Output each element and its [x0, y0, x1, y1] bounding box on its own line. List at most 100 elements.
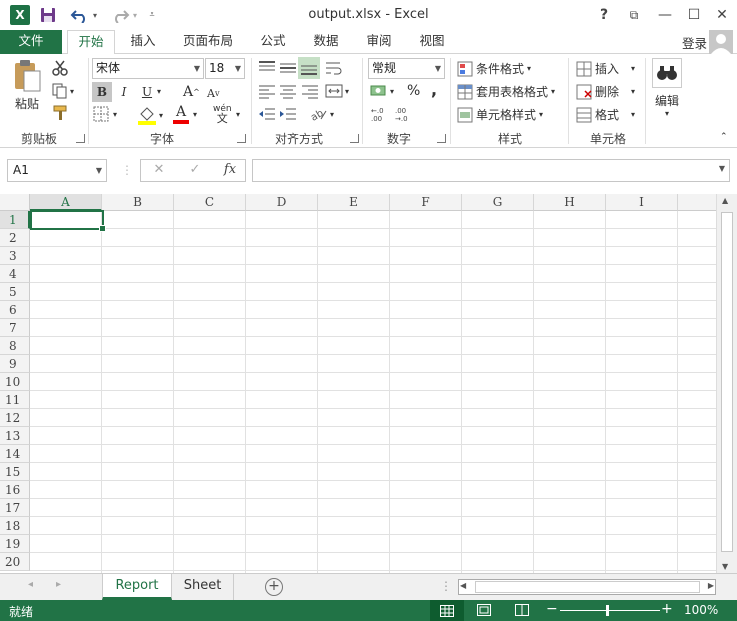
- underline-dropdown-icon[interactable]: ▾: [157, 87, 161, 96]
- row-header-4[interactable]: 4: [0, 265, 30, 283]
- font-color-dropdown-icon[interactable]: ▾: [193, 110, 197, 119]
- italic-button[interactable]: I: [117, 82, 131, 102]
- row-header-14[interactable]: 14: [0, 445, 30, 463]
- merge-center-button[interactable]: ▾: [325, 83, 349, 99]
- underline-button[interactable]: U: [140, 82, 154, 102]
- format-painter-button[interactable]: [52, 105, 68, 121]
- maximize-button[interactable]: ☐: [683, 4, 705, 26]
- select-all-button[interactable]: [0, 194, 30, 211]
- insert-cells-button[interactable]: 插入 ▾: [576, 60, 635, 77]
- font-size-select[interactable]: 18 ▼: [205, 58, 245, 79]
- cancel-entry-button[interactable]: ✕: [147, 162, 171, 177]
- column-header-d[interactable]: D: [246, 194, 318, 211]
- column-header-i[interactable]: I: [606, 194, 678, 211]
- row-header-1[interactable]: 1: [0, 211, 30, 229]
- page-break-view-button[interactable]: [515, 604, 529, 619]
- format-as-table-button[interactable]: 套用表格格式 ▾: [457, 83, 555, 100]
- row-header-5[interactable]: 5: [0, 283, 30, 301]
- row-header-17[interactable]: 17: [0, 499, 30, 517]
- align-right-button[interactable]: [301, 83, 319, 99]
- row-header-7[interactable]: 7: [0, 319, 30, 337]
- normal-view-button[interactable]: [430, 600, 464, 621]
- tab-view[interactable]: 视图: [409, 30, 455, 54]
- next-sheet-icon[interactable]: ▸: [56, 579, 61, 590]
- zoom-in-button[interactable]: +: [661, 601, 673, 617]
- avatar[interactable]: [709, 30, 733, 54]
- row-header-16[interactable]: 16: [0, 481, 30, 499]
- delete-cells-button[interactable]: 删除 ▾: [576, 83, 635, 100]
- horizontal-scrollbar[interactable]: ◀ ▶: [458, 579, 716, 595]
- tab-page-layout[interactable]: 页面布局: [175, 30, 241, 54]
- tab-review[interactable]: 审阅: [356, 30, 402, 54]
- accounting-format-button[interactable]: ▾: [370, 83, 394, 99]
- align-left-button[interactable]: [258, 83, 276, 99]
- zoom-slider-thumb[interactable]: [606, 605, 609, 616]
- row-header-2[interactable]: 2: [0, 229, 30, 247]
- align-center-button[interactable]: [279, 83, 297, 99]
- worksheet-grid[interactable]: ABCDEFGHI 1 2 3 4 5 6 7 8 9 10 11 12 13 14 15 16 17 18 19 2…: [0, 194, 716, 573]
- row-header-8[interactable]: 8: [0, 337, 30, 355]
- editing-button[interactable]: 编辑 ▾: [650, 58, 684, 124]
- sheet-tab-report[interactable]: Report: [102, 574, 172, 600]
- percent-button[interactable]: %: [407, 83, 420, 99]
- orientation-button[interactable]: [325, 60, 343, 76]
- row-header-15[interactable]: 15: [0, 463, 30, 481]
- comma-style-button[interactable]: ,: [431, 80, 437, 99]
- active-cell[interactable]: [30, 210, 106, 232]
- column-header-b[interactable]: B: [102, 194, 174, 211]
- confirm-entry-button[interactable]: ✓: [183, 162, 207, 177]
- collapse-ribbon-icon[interactable]: ⌃: [720, 132, 728, 142]
- row-header-9[interactable]: 9: [0, 355, 30, 373]
- column-header-a[interactable]: A: [30, 194, 102, 211]
- shrink-font-button[interactable]: Av: [207, 84, 219, 102]
- conditional-format-button[interactable]: 条件格式 ▾: [457, 60, 531, 77]
- font-launcher-icon[interactable]: [237, 134, 246, 143]
- vertical-scrollbar[interactable]: ▲ ▼: [716, 194, 737, 573]
- zoom-level[interactable]: 100%: [684, 603, 718, 617]
- align-top-button[interactable]: [258, 60, 276, 76]
- scroll-up-icon[interactable]: ▲: [722, 196, 728, 205]
- paste-button[interactable]: 粘贴: [10, 58, 44, 116]
- cell-area[interactable]: [30, 211, 716, 573]
- cut-button[interactable]: [52, 60, 68, 76]
- fill-color-button[interactable]: ▾: [137, 105, 163, 125]
- prev-sheet-icon[interactable]: ◂: [28, 579, 33, 590]
- scroll-right-icon[interactable]: ▶: [708, 581, 714, 590]
- row-header-10[interactable]: 10: [0, 373, 30, 391]
- row-header-11[interactable]: 11: [0, 391, 30, 409]
- clipboard-launcher-icon[interactable]: [76, 134, 85, 143]
- minimize-button[interactable]: —: [654, 4, 676, 26]
- row-header-18[interactable]: 18: [0, 517, 30, 535]
- decrease-indent-button[interactable]: [258, 106, 276, 122]
- login-link[interactable]: 登录: [682, 33, 707, 52]
- insert-function-button[interactable]: fx: [218, 162, 242, 177]
- add-sheet-icon[interactable]: +: [265, 578, 283, 596]
- borders-button[interactable]: ▾: [93, 106, 117, 122]
- column-header-h[interactable]: H: [534, 194, 606, 211]
- alignment-launcher-icon[interactable]: [350, 134, 359, 143]
- close-button[interactable]: ✕: [711, 4, 733, 26]
- copy-button[interactable]: ▾: [52, 83, 74, 99]
- align-bottom-button[interactable]: [298, 57, 320, 79]
- row-header-20[interactable]: 20: [0, 553, 30, 571]
- help-button[interactable]: ?: [593, 4, 615, 26]
- name-box[interactable]: A1 ▼: [7, 159, 107, 182]
- row-header-19[interactable]: 19: [0, 535, 30, 553]
- increase-indent-button[interactable]: [279, 106, 297, 122]
- decrease-decimal-button[interactable]: .00 →.0: [394, 106, 414, 122]
- align-middle-button[interactable]: [279, 60, 297, 76]
- column-header-c[interactable]: C: [174, 194, 246, 211]
- number-launcher-icon[interactable]: [437, 134, 446, 143]
- tab-file[interactable]: 文件: [0, 30, 62, 54]
- row-header-13[interactable]: 13: [0, 427, 30, 445]
- font-name-select[interactable]: 宋体 ▼: [92, 58, 204, 79]
- scroll-down-icon[interactable]: ▼: [722, 562, 728, 571]
- font-color-button[interactable]: A: [173, 105, 189, 124]
- zoom-slider[interactable]: [560, 610, 660, 611]
- row-header-6[interactable]: 6: [0, 301, 30, 319]
- tab-split-grip-icon[interactable]: ⋮: [440, 579, 452, 593]
- cell-styles-button[interactable]: 单元格样式 ▾: [457, 106, 543, 123]
- format-cells-button[interactable]: 格式 ▾: [576, 106, 635, 123]
- ribbon-display-button[interactable]: ⧉: [623, 4, 645, 26]
- tab-data[interactable]: 数据: [303, 30, 349, 54]
